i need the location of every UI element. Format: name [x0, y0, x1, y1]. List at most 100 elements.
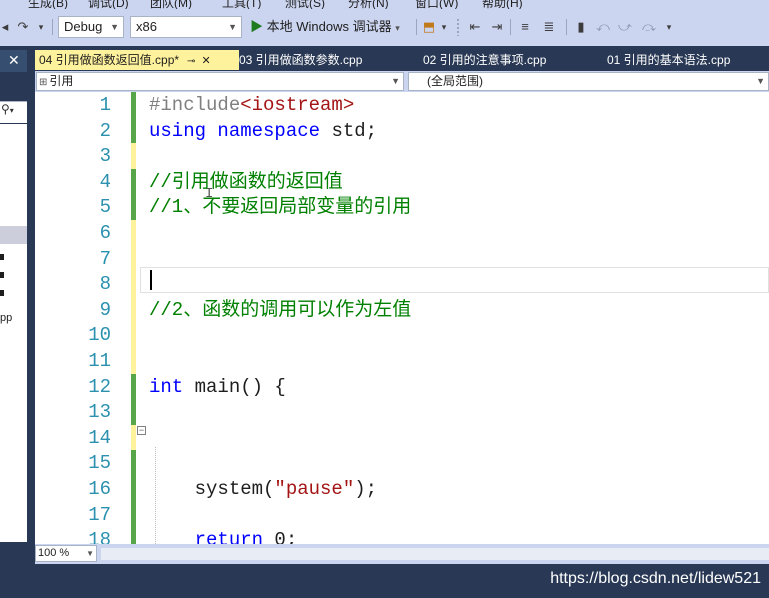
- horizontal-scrollbar[interactable]: [101, 548, 769, 560]
- tab-01-basic-syntax[interactable]: 01 引用的基本语法.cpp: [603, 50, 769, 70]
- code-token: namespace: [217, 119, 321, 142]
- code-token: int: [149, 375, 184, 398]
- line-number: 12: [88, 375, 111, 398]
- tab-02-notes[interactable]: 02 引用的注意事项.cpp: [419, 50, 579, 70]
- tree-item[interactable]: [0, 272, 4, 278]
- change-marker: [131, 143, 136, 169]
- code-line[interactable]: int main() {: [149, 375, 286, 400]
- change-marker: [131, 220, 136, 246]
- code-token: 0;: [263, 529, 298, 544]
- chevron-down-icon[interactable]: ▾: [660, 18, 678, 36]
- platform-dropdown[interactable]: x86 ▼: [130, 16, 242, 38]
- code-token: <iostream>: [240, 94, 355, 116]
- change-marker: [131, 245, 136, 272]
- menu-item[interactable]: 窗口(W): [415, 0, 458, 9]
- tree-item[interactable]: [0, 254, 4, 260]
- current-line-highlight: [140, 267, 769, 293]
- tree-item-selected[interactable]: [0, 226, 27, 244]
- line-number: 11: [88, 350, 111, 372]
- start-debugger-label: 本地 Windows 调试器: [266, 19, 392, 34]
- code-token: );: [354, 478, 378, 500]
- line-number: 9: [99, 298, 111, 321]
- indent-icon[interactable]: ⇥: [488, 18, 506, 36]
- toolbar-separator: [52, 19, 53, 35]
- editor-bottom-bar: 100 % ▼: [35, 544, 769, 564]
- tab-03-reference-param[interactable]: 03 引用做函数参数.cpp: [235, 50, 395, 70]
- code-token: std;: [320, 119, 378, 142]
- solution-explorer-panel: ✕ ⚲▾ pp: [0, 46, 27, 564]
- close-icon[interactable]: ✕: [8, 52, 20, 69]
- chevron-down-icon: ▾: [9, 106, 14, 115]
- menu-item[interactable]: 测试(S): [285, 0, 325, 9]
- change-marker: [131, 424, 136, 451]
- tab-label: 01 引用的基本语法.cpp: [607, 53, 731, 67]
- configuration-dropdown[interactable]: Debug ▼: [58, 16, 124, 38]
- code-line[interactable]: #include<iostream>: [149, 93, 354, 118]
- line-number: 7: [99, 247, 111, 270]
- next-bookmark-icon[interactable]: ⤻: [616, 18, 634, 36]
- line-number: 2: [99, 119, 111, 142]
- code-editor: 04 引用做函数返回值.cpp* ⊸ ✕ 03 引用做函数参数.cpp 02 引用的…: [35, 46, 769, 564]
- previous-bookmark-icon[interactable]: ⤺: [594, 18, 612, 36]
- global-scope-value: (全局范围): [427, 74, 483, 88]
- tab-label: 02 引用的注意事项.cpp: [423, 53, 547, 67]
- line-number: 18: [88, 529, 111, 544]
- outdent-icon[interactable]: ⇤: [466, 18, 484, 36]
- toolbar-separator: [416, 19, 417, 35]
- line-number: 15: [88, 452, 111, 475]
- menu-item[interactable]: 团队(M): [150, 0, 192, 9]
- solution-search-input[interactable]: ⚲▾: [0, 101, 27, 123]
- code-token: //1、不要返回局部变量的引用: [149, 196, 412, 219]
- zoom-dropdown[interactable]: 100 % ▼: [35, 545, 97, 562]
- code-area[interactable]: 1 2 3 4 5 6 7 8 9 10 11 12 13 14 15 16 17 18 I − #include…: [35, 92, 769, 544]
- code-line[interactable]: //引用做函数的返回值: [149, 170, 343, 195]
- start-debugger-button[interactable]: ▶ 本地 Windows 调试器 ▾: [250, 18, 410, 36]
- change-marker: [131, 450, 136, 476]
- collapse-block-icon[interactable]: −: [137, 426, 146, 435]
- code-token: main() {: [183, 375, 286, 398]
- uncomment-lines-icon[interactable]: ≣: [540, 18, 558, 36]
- change-marker: [131, 399, 136, 425]
- tab-04-return-value[interactable]: 04 引用做函数返回值.cpp* ⊸ ✕: [35, 50, 239, 70]
- scope-icon: ⊞: [39, 77, 48, 88]
- line-number: 4: [99, 170, 111, 193]
- line-number: 3: [99, 145, 111, 168]
- menu-item[interactable]: 帮助(H): [482, 0, 523, 9]
- close-icon[interactable]: ✕: [201, 55, 210, 67]
- chevron-down-icon[interactable]: ▾: [435, 18, 453, 36]
- code-line[interactable]: system("pause");: [149, 477, 377, 502]
- menu-item[interactable]: 调试(D): [88, 0, 129, 9]
- code-token: using: [149, 119, 207, 142]
- change-marker: [131, 373, 136, 400]
- line-number: 17: [88, 503, 111, 526]
- menu-item[interactable]: 生成(B): [28, 0, 68, 9]
- change-marker: [131, 117, 136, 144]
- menu-item[interactable]: 工具(T): [222, 0, 261, 9]
- code-line[interactable]: //1、不要返回局部变量的引用: [149, 195, 411, 220]
- bookmark-icon[interactable]: ▮: [572, 18, 590, 36]
- tree-item[interactable]: [0, 290, 4, 296]
- code-line[interactable]: using namespace std;: [149, 119, 377, 144]
- global-scope-dropdown[interactable]: (全局范围) ▼: [408, 72, 769, 91]
- tree-item-cpp-fragment[interactable]: pp: [0, 312, 12, 324]
- code-line[interactable]: return 0;: [149, 528, 298, 544]
- toolbar-grip[interactable]: [456, 18, 460, 36]
- code-line[interactable]: //2、函数的调用可以作为左值: [149, 298, 411, 323]
- pin-icon[interactable]: ⊸: [187, 56, 195, 67]
- configuration-value: Debug: [64, 19, 103, 34]
- platform-value: x86: [136, 19, 157, 34]
- code-token: //2、函数的调用可以作为左值: [149, 298, 412, 321]
- menu-item[interactable]: 分析(N): [348, 0, 389, 9]
- line-number: 5: [99, 196, 111, 219]
- undo-arrow-icon[interactable]: ◂: [0, 18, 14, 36]
- tab-label: 03 引用做函数参数.cpp: [239, 53, 363, 67]
- redo-dropdown-icon[interactable]: ▾: [32, 18, 50, 36]
- comment-lines-icon[interactable]: ≡: [516, 18, 534, 36]
- line-number: 6: [99, 222, 111, 244]
- redo-icon[interactable]: ↷: [14, 18, 32, 36]
- project-scope-dropdown[interactable]: ⊞ 引用 ▼: [36, 72, 404, 91]
- watermark: https://blog.csdn.net/lidew521: [550, 570, 761, 587]
- change-marker: [131, 527, 136, 544]
- clear-bookmarks-icon[interactable]: ⤼: [640, 18, 658, 36]
